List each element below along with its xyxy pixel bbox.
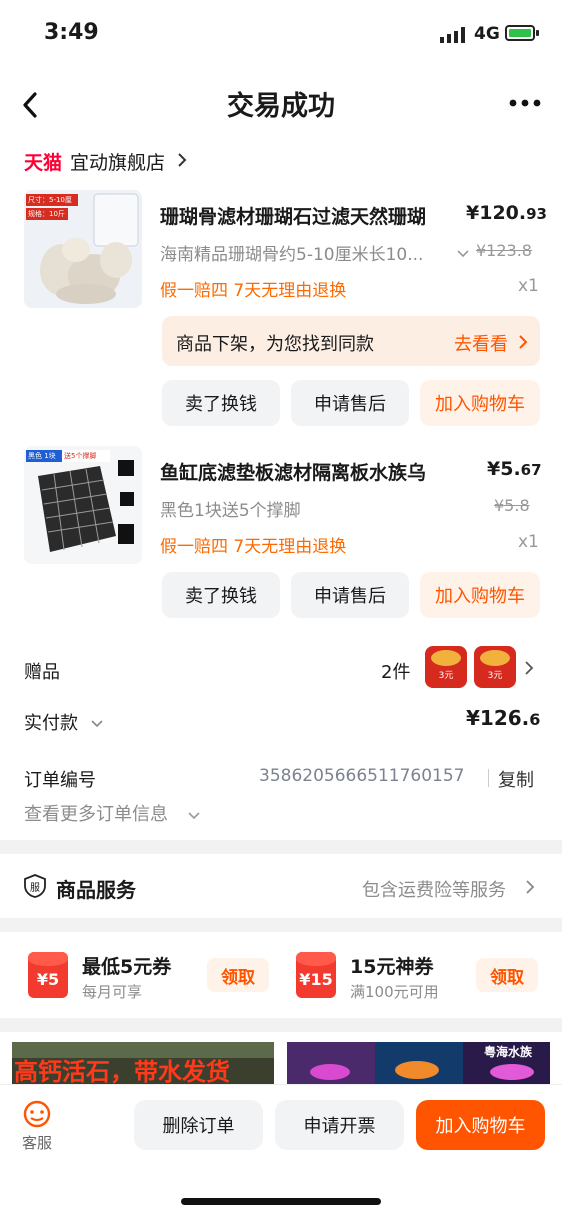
chevron-down-icon[interactable] (90, 714, 104, 733)
coupon-sub: 满100元可用 (350, 983, 439, 1001)
copy-button[interactable]: 复制 (498, 766, 534, 792)
shop-name[interactable]: 宜动旗舰店 (70, 148, 165, 175)
chevron-right-icon[interactable] (524, 659, 534, 681)
coupon-icon: ¥15 (296, 952, 336, 998)
battery-tip (536, 30, 539, 36)
after-sale-button[interactable]: 申请售后 (291, 572, 409, 618)
chevron-right-icon[interactable] (525, 878, 535, 900)
product-price: ¥5.67 (487, 458, 542, 480)
add-to-cart-button[interactable]: 加入购物车 (420, 572, 540, 618)
original-price: ¥123.8 (476, 241, 532, 260)
product-thumbnail[interactable]: 尺寸：5-10厘米 规格：10斤 (24, 190, 142, 308)
coupon-title: 最低5元券 (82, 956, 172, 978)
coupon-icon: ¥5 (28, 952, 68, 998)
page-title: 交易成功 (227, 91, 335, 122)
order-number-label: 订单编号 (24, 770, 96, 791)
notice-text: 商品下架，为您找到同款 (176, 334, 374, 355)
delete-order-button[interactable]: 删除订单 (134, 1100, 263, 1150)
payment-amount: ¥126.6 (466, 706, 541, 730)
home-indicator (181, 1198, 381, 1205)
original-price: ¥5.8 (494, 496, 530, 515)
customer-service-icon[interactable] (22, 1100, 52, 1132)
product-promo: 假一赔四 7天无理由退换 (160, 281, 347, 301)
product-promo: 假一赔四 7天无理由退换 (160, 537, 347, 557)
product-price: ¥120.93 (466, 202, 547, 224)
thumb-label: 规格：10斤 (26, 208, 68, 220)
sell-button[interactable]: 卖了换钱 (162, 572, 280, 618)
product-quantity: x1 (518, 532, 539, 552)
divider (488, 769, 489, 787)
signal-icon (440, 27, 468, 47)
product-quantity: x1 (518, 276, 539, 296)
more-icon[interactable] (508, 93, 542, 112)
add-to-cart-button[interactable]: 加入购物车 (420, 380, 540, 426)
thumb-label: 黑色 1块 (26, 450, 62, 462)
claim-coupon-button[interactable]: 领取 (207, 958, 269, 992)
more-order-info[interactable]: 查看更多订单信息 (24, 800, 168, 826)
thumb-label: 送5个撑脚 (62, 450, 110, 462)
banner-brand: 粤海水族 (484, 1045, 533, 1059)
payment-label[interactable]: 实付款 (24, 709, 78, 735)
network-label: 4G (474, 24, 500, 44)
product-thumbnail[interactable]: 黑色 1块 送5个撑脚 (24, 446, 142, 564)
service-desc[interactable]: 包含运费险等服务 (362, 876, 506, 902)
invoice-button[interactable]: 申请开票 (275, 1100, 404, 1150)
chevron-down-icon[interactable] (456, 244, 470, 263)
product-spec[interactable]: 黑色1块送5个撑脚 (160, 496, 301, 521)
customer-service-label[interactable]: 客服 (22, 1132, 52, 1153)
battery-icon (505, 25, 535, 41)
sell-button[interactable]: 卖了换钱 (162, 380, 280, 426)
service-icon-char: 服 (30, 883, 40, 894)
coupon-title: 15元神券 (350, 956, 434, 978)
gift-image[interactable]: 3元 (474, 646, 516, 688)
status-time: 3:49 (44, 20, 99, 45)
chevron-right-icon[interactable] (518, 333, 528, 355)
chevron-down-icon[interactable] (187, 806, 201, 825)
product-spec[interactable]: 海南精品珊瑚骨约5-10厘米长10... (160, 240, 423, 265)
product-title[interactable]: 珊瑚骨滤材珊瑚石过滤天然珊瑚 (160, 202, 426, 229)
gift-image[interactable]: 3元 (425, 646, 467, 688)
ad-banner[interactable]: 高钙活石，带水发货 粤海水族 (12, 1042, 550, 1086)
coupon-sub: 每月可享 (82, 983, 143, 1001)
service-title: 商品服务 (56, 878, 136, 902)
claim-coupon-button[interactable]: 领取 (476, 958, 538, 992)
order-number: 3586205666511760157 (259, 766, 465, 786)
notice-link[interactable]: 去看看 (454, 330, 508, 356)
product-title[interactable]: 鱼缸底滤垫板滤材隔离板水族乌 (160, 458, 426, 485)
banner-text: 高钙活石，带水发货 (14, 1058, 230, 1086)
gift-count[interactable]: 2件 (381, 658, 410, 684)
gift-label: 赠品 (24, 662, 60, 683)
thumb-label: 尺寸：5-10厘米 (26, 194, 78, 216)
tmall-logo: 天猫 (24, 152, 63, 174)
add-to-cart-button[interactable]: 加入购物车 (416, 1100, 545, 1150)
chevron-right-icon[interactable] (177, 151, 187, 173)
after-sale-button[interactable]: 申请售后 (291, 380, 409, 426)
